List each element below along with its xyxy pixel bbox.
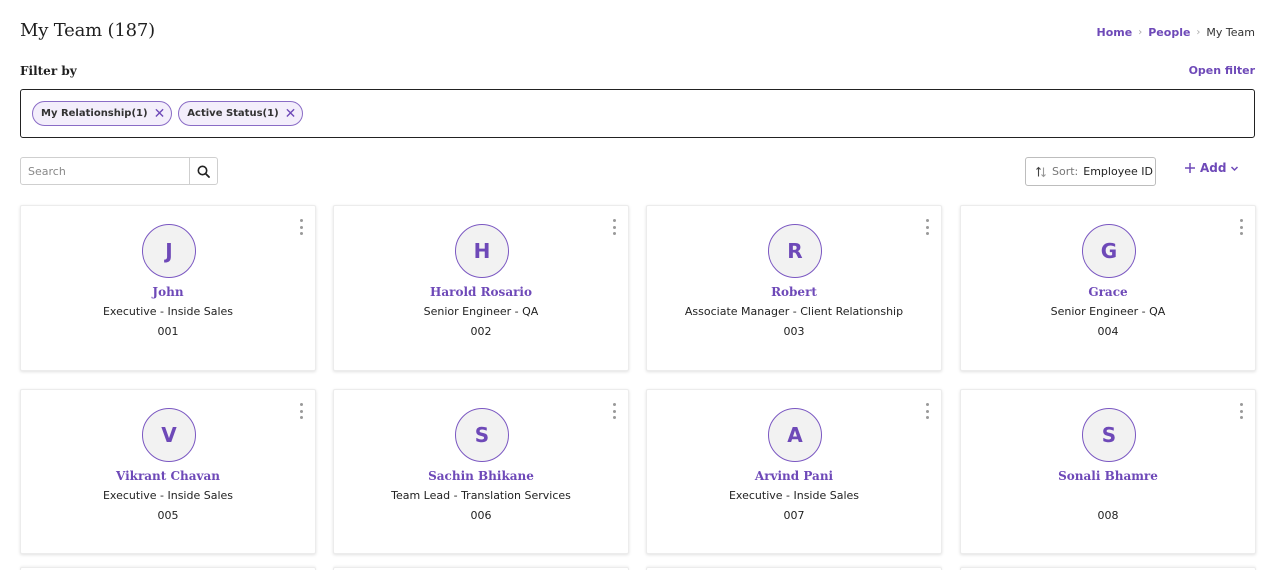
avatar: V [142,408,196,462]
employee-card[interactable]: R Robert Associate Manager - Client Rela… [646,205,942,371]
employee-id: 007 [783,509,805,522]
avatar: S [1082,408,1136,462]
employee-id: 004 [1097,325,1119,338]
add-label: Add [1200,161,1227,175]
sort-label: Sort: [1052,165,1079,178]
employee-card[interactable]: A Arvind Pani Executive - Inside Sales 0… [646,389,942,554]
employee-name[interactable]: Grace [961,285,1255,299]
employee-name[interactable]: Sachin Bhikane [334,469,628,483]
employee-card[interactable]: H Harold Rosario Senior Engineer - QA 00… [333,205,629,371]
employee-role: Executive - Inside Sales [102,489,234,502]
sort-icon [1036,166,1046,177]
search-button[interactable] [189,158,217,184]
close-icon[interactable]: ✕ [154,107,166,121]
more-options-icon[interactable] [1238,219,1244,235]
employee-name[interactable]: Arvind Pani [647,469,941,483]
breadcrumb-current: My Team [1206,26,1255,39]
employee-card[interactable]: S Sachin Bhikane Team Lead - Translation… [333,389,629,554]
breadcrumb-chevron-icon: › [1138,27,1143,38]
avatar: H [455,224,509,278]
employee-name[interactable]: Harold Rosario [334,285,628,299]
filter-box[interactable]: My Relationship(1) ✕ Active Status(1) ✕ [20,89,1255,138]
filter-label: Filter by [20,64,77,78]
open-filter-link[interactable]: Open filter [1189,64,1255,77]
employee-name[interactable]: Sonali Bhamre [961,469,1255,483]
search-input[interactable] [21,158,189,184]
chevron-down-icon [1231,165,1239,171]
page-title: My Team (187) [20,20,155,41]
plus-icon [1185,163,1195,173]
avatar: A [768,408,822,462]
close-icon[interactable]: ✕ [285,107,297,121]
search-icon [197,165,210,178]
employee-role: Executive - Inside Sales [728,489,860,502]
employee-id: 002 [470,325,492,338]
more-options-icon[interactable] [611,403,617,419]
breadcrumb-home-link[interactable]: Home [1097,26,1133,39]
avatar: G [1082,224,1136,278]
filter-chip-relationship: My Relationship(1) ✕ [32,101,173,126]
employee-id: 003 [783,325,805,338]
breadcrumb-chevron-icon: › [1196,27,1201,38]
filter-chip-label: My Relationship(1) [41,108,148,119]
employee-id: 005 [157,509,179,522]
sort-button[interactable]: Sort: Employee ID [1025,157,1156,186]
employee-card[interactable]: S Sonali Bhamre 008 [960,389,1256,554]
breadcrumb: Home › People › My Team [1097,26,1255,39]
avatar: J [142,224,196,278]
search-box [20,157,218,185]
employee-name[interactable]: Vikrant Chavan [21,469,315,483]
employee-card[interactable]: G Grace Senior Engineer - QA 004 [960,205,1256,371]
employee-id: 008 [1097,509,1119,522]
more-options-icon[interactable] [611,219,617,235]
filter-chip-label: Active Status(1) [187,108,279,119]
more-options-icon[interactable] [298,403,304,419]
employee-name[interactable]: John [21,285,315,299]
employee-role: Team Lead - Translation Services [391,489,571,502]
employee-name[interactable]: Robert [647,285,941,299]
more-options-icon[interactable] [924,219,930,235]
employee-role: Associate Manager - Client Relationship [684,305,904,318]
employee-role: Senior Engineer - QA [1050,305,1166,318]
employee-role: Senior Engineer - QA [423,305,539,318]
employee-card[interactable]: V Vikrant Chavan Executive - Inside Sale… [20,389,316,554]
more-options-icon[interactable] [298,219,304,235]
employee-card[interactable]: J John Executive - Inside Sales 001 [20,205,316,371]
sort-value: Employee ID [1083,165,1153,178]
employee-id: 001 [157,325,179,338]
avatar: S [455,408,509,462]
employee-id: 006 [470,509,492,522]
breadcrumb-people-link[interactable]: People [1148,26,1190,39]
employee-role: Executive - Inside Sales [102,305,234,318]
filter-chip-status: Active Status(1) ✕ [178,101,304,126]
avatar: R [768,224,822,278]
more-options-icon[interactable] [1238,403,1244,419]
more-options-icon[interactable] [924,403,930,419]
add-button[interactable]: Add [1184,161,1239,175]
